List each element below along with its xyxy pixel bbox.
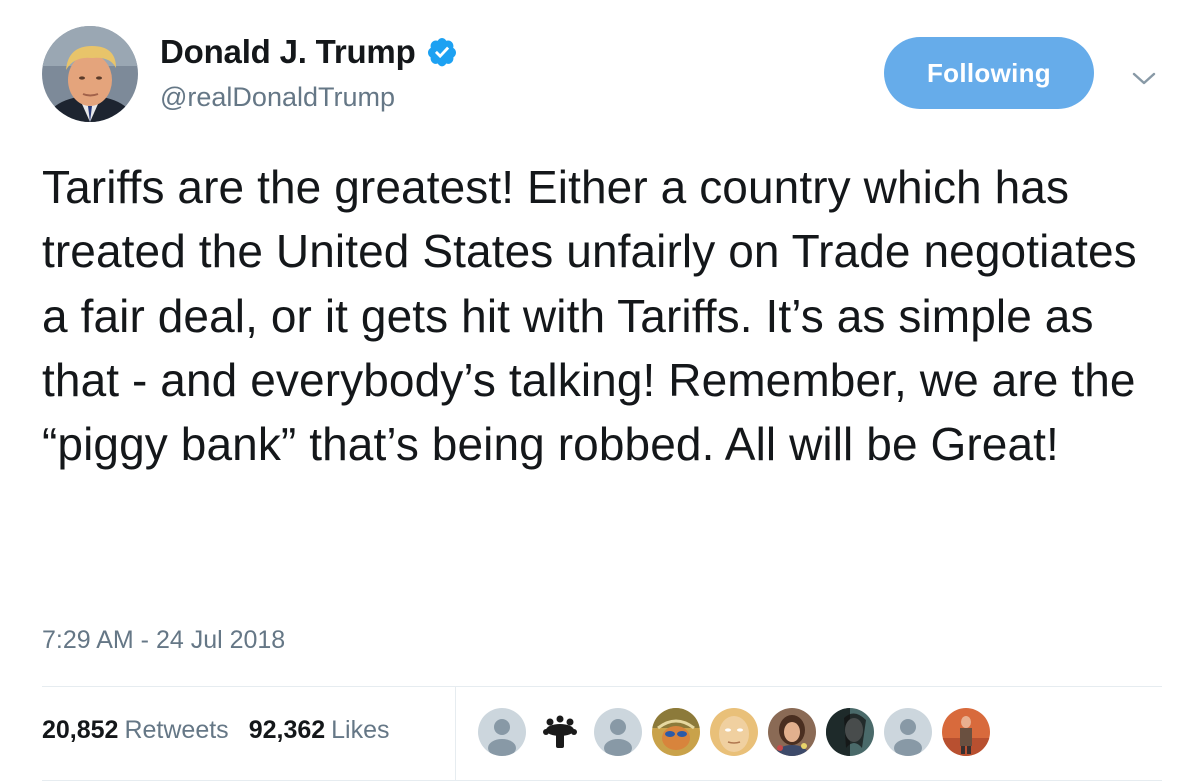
default-avatar-icon: [884, 708, 932, 756]
chevron-down-icon[interactable]: [1128, 62, 1160, 94]
liker-avatar[interactable]: [594, 708, 642, 756]
retweets-count: 20,852: [42, 716, 119, 744]
liker-avatar[interactable]: [826, 708, 874, 756]
display-name[interactable]: Donald J. Trump: [160, 33, 416, 71]
tweet-timestamp[interactable]: 7:29 AM - 24 Jul 2018: [42, 626, 285, 655]
divider: [42, 780, 1162, 781]
liker-avatar[interactable]: [652, 708, 700, 756]
default-avatar-icon: [478, 708, 526, 756]
verified-badge-icon: [427, 38, 456, 67]
photo-avatar-icon: [942, 708, 990, 756]
liker-avatar[interactable]: [884, 708, 932, 756]
tweet-stats: 20,852 Retweets 92,362 Likes: [42, 716, 410, 745]
liked-by-avatars: [478, 708, 1000, 756]
likes-count: 92,362: [248, 716, 326, 744]
retweets-stat[interactable]: 20,852 Retweets: [42, 716, 229, 745]
photo-avatar-icon: [826, 708, 874, 756]
photo-avatar-icon: [652, 708, 700, 756]
avatar-photo-icon: [42, 26, 138, 122]
emblem-avatar-icon: [536, 708, 584, 756]
photo-avatar-icon: [710, 708, 758, 756]
tweet-text: Tariffs are the greatest! Either a count…: [42, 161, 1137, 471]
user-handle[interactable]: @realDonaldTrump: [160, 82, 395, 113]
photo-avatar-icon: [768, 708, 816, 756]
following-button[interactable]: Following: [884, 37, 1094, 109]
stats-divider: [455, 687, 456, 780]
likes-label: Likes: [331, 716, 390, 744]
liker-avatar[interactable]: [768, 708, 816, 756]
liker-avatar[interactable]: [710, 708, 758, 756]
divider: [42, 686, 1162, 687]
liker-avatar[interactable]: [942, 708, 990, 756]
profile-avatar[interactable]: [42, 26, 138, 122]
likes-stat[interactable]: 92,362 Likes: [249, 716, 390, 745]
liker-avatar[interactable]: [536, 708, 584, 756]
name-row: Donald J. Trump: [160, 30, 458, 74]
tweet-card: Donald J. Trump @realDonaldTrump Followi…: [0, 0, 1190, 784]
retweets-label: Retweets: [124, 716, 229, 744]
default-avatar-icon: [594, 708, 642, 756]
liker-avatar[interactable]: [478, 708, 526, 756]
